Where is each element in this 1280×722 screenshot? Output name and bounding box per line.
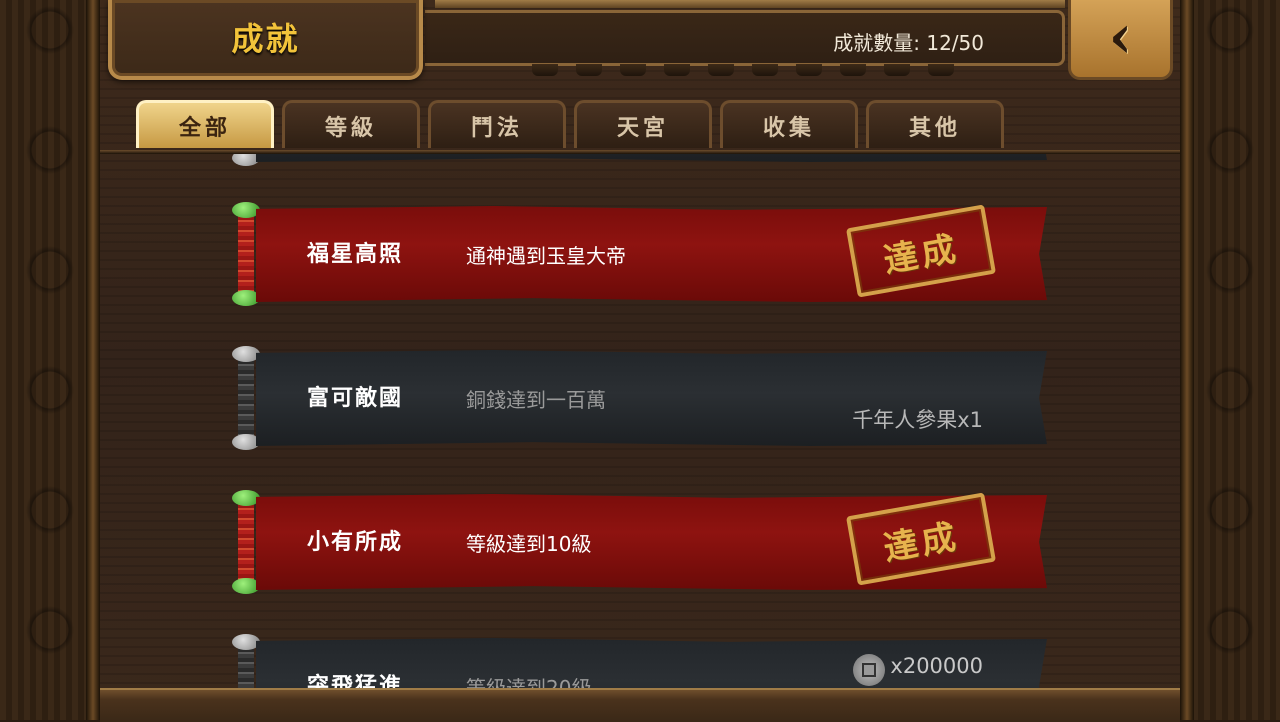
left-carved-panel — [0, 0, 100, 720]
achievement-desc: 銅錢達到一百萬 — [466, 388, 606, 412]
achievement-count: 成就數量: 12/50 — [833, 31, 984, 55]
tab-heaven-palace[interactable]: 天宮 — [574, 100, 712, 148]
scroll-rod — [232, 490, 260, 594]
tab-collection[interactable]: 收集 — [720, 100, 858, 148]
achievement-count-bar: 成就數量: 12/50 — [425, 10, 1065, 66]
achievement-desc: 等級達到20級 — [466, 676, 592, 688]
achievement-reward: 千年人參果x1 — [852, 408, 983, 432]
achievement-list[interactable]: 福星高照 通神遇到玉皇大帝 達成 富可敵國 銅錢達到一百萬 千年人參果x1 小有… — [100, 154, 1180, 688]
header-top-strip — [435, 0, 1065, 8]
title-plaque: 成就 — [108, 0, 423, 80]
right-carved-panel — [1180, 0, 1280, 720]
achievement-name: 福星高照 — [307, 241, 404, 267]
bottom-frame — [100, 688, 1180, 722]
copper-coin-icon — [853, 654, 885, 686]
achievement-name: 突飛猛進 — [307, 673, 404, 688]
achievement-reward: x200000 — [890, 654, 983, 678]
tab-battle[interactable]: 鬥法 — [428, 100, 566, 148]
tab-other[interactable]: 其他 — [866, 100, 1004, 148]
achievement-row[interactable]: 突飛猛進 等級達到20級 x200000 — [232, 634, 1047, 688]
achievement-desc: 通神遇到玉皇大帝 — [466, 244, 626, 268]
scroll-banner — [256, 154, 1047, 162]
tab-level[interactable]: 等級 — [282, 100, 420, 148]
tab-all[interactable]: 全部 — [136, 100, 274, 148]
achievement-name: 富可敵國 — [307, 385, 404, 411]
scroll-rod — [232, 202, 260, 306]
achievement-row[interactable]: 富可敵國 銅錢達到一百萬 千年人參果x1 — [232, 346, 1047, 450]
achievements-window: 成就數量: 12/50 成就 ‹ 全部 等級 鬥法 天宮 收集 其他 福星高照 — [100, 0, 1180, 722]
header-studs — [532, 64, 954, 76]
achievement-row[interactable]: 小有所成 等級達到10級 達成 — [232, 490, 1047, 594]
achievement-row-partial-top — [232, 154, 1047, 166]
back-arrow-icon: ‹ — [1108, 1, 1133, 72]
scroll-rod — [232, 154, 260, 166]
category-tabs: 全部 等級 鬥法 天宮 收集 其他 — [136, 100, 1004, 148]
achievement-name: 小有所成 — [307, 529, 404, 555]
back-button[interactable]: ‹ — [1068, 0, 1173, 80]
page-title: 成就 — [231, 20, 300, 58]
achievement-desc: 等級達到10級 — [466, 532, 592, 556]
achievement-row[interactable]: 福星高照 通神遇到玉皇大帝 達成 — [232, 202, 1047, 306]
scroll-rod — [232, 346, 260, 450]
scroll-rod — [232, 634, 260, 688]
